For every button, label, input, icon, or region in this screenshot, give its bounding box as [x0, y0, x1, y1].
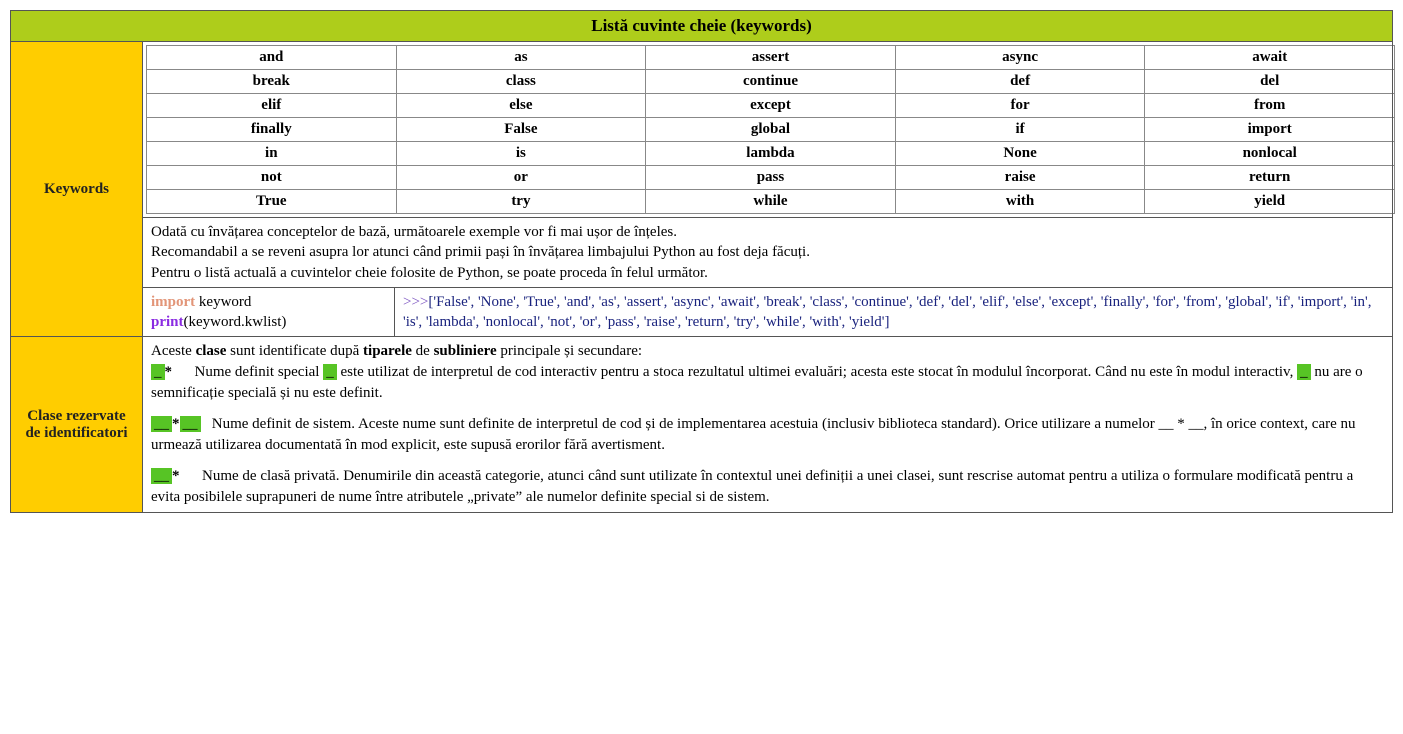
code-token-import: import [151, 294, 195, 310]
output-prompt: >>> [403, 294, 428, 310]
output-body: ['False', 'None', 'True', 'and', 'as', '… [403, 294, 1372, 330]
keyword-cell: else [396, 94, 646, 118]
keyword-cell: while [646, 190, 896, 214]
star-marker: * [172, 416, 180, 432]
table-title: Listă cuvinte cheie (keywords) [11, 11, 1393, 42]
code-token: (keyword.kwlist) [184, 314, 287, 330]
underscore-highlight: _ [151, 364, 165, 380]
keyword-cell: yield [1145, 190, 1395, 214]
underscore-highlight: __ [151, 468, 172, 484]
ident-text: Nume de clasă privată. Denumirile din ac… [151, 468, 1357, 505]
reserved-identifiers-body: Aceste clase sunt identificate după tipa… [143, 337, 1393, 513]
section-label-keywords: Keywords [11, 42, 143, 337]
desc-line: Odată cu învățarea conceptelor de bază, … [151, 224, 677, 240]
ident-text: Nume definit special [172, 364, 323, 380]
keyword-cell: elif [147, 94, 397, 118]
keyword-cell: from [1145, 94, 1395, 118]
keyword-cell: or [396, 166, 646, 190]
keyword-cell: is [396, 142, 646, 166]
intro-bold: clase [196, 343, 227, 359]
star-marker: * [165, 364, 173, 380]
ident-text: Nume definit de sistem. Aceste nume sunt… [151, 416, 1359, 453]
keyword-cell: finally [147, 118, 397, 142]
intro-text: principale și secundare: [497, 343, 642, 359]
keyword-cell: continue [646, 70, 896, 94]
intro-text: de [412, 343, 434, 359]
table-row: in is lambda None nonlocal [147, 142, 1395, 166]
intro-text: Aceste [151, 343, 196, 359]
keywords-document-table: Listă cuvinte cheie (keywords) Keywords … [10, 10, 1393, 513]
keywords-grid: and as assert async await break class co… [146, 45, 1395, 214]
keyword-cell: and [147, 46, 397, 70]
keyword-cell: assert [646, 46, 896, 70]
star-marker: * [172, 468, 180, 484]
underscore-highlight: __ [180, 416, 201, 432]
keyword-cell: None [895, 142, 1145, 166]
keyword-cell: for [895, 94, 1145, 118]
keyword-cell: if [895, 118, 1145, 142]
keyword-cell: pass [646, 166, 896, 190]
table-row: and as assert async await [147, 46, 1395, 70]
section-label-reserved: Clase rezervate de identificatori [11, 337, 143, 513]
underscore-highlight: __ [151, 416, 172, 432]
keyword-cell: return [1145, 166, 1395, 190]
keyword-cell: break [147, 70, 397, 94]
code-output: >>>['False', 'None', 'True', 'and', 'as'… [395, 287, 1393, 337]
keyword-cell: def [895, 70, 1145, 94]
table-row: True try while with yield [147, 190, 1395, 214]
keyword-cell: global [646, 118, 896, 142]
keyword-cell: raise [895, 166, 1145, 190]
keyword-cell: try [396, 190, 646, 214]
keyword-cell: except [646, 94, 896, 118]
intro-bold: tiparele [363, 343, 412, 359]
intro-text: sunt identificate după [226, 343, 363, 359]
code-token-print: print [151, 314, 184, 330]
desc-line: Recomandabil a se reveni asupra lor atun… [151, 244, 810, 260]
keyword-cell: False [396, 118, 646, 142]
table-row: elif else except for from [147, 94, 1395, 118]
keyword-cell: with [895, 190, 1145, 214]
keyword-cell: lambda [646, 142, 896, 166]
keyword-cell: await [1145, 46, 1395, 70]
keyword-cell: not [147, 166, 397, 190]
keyword-cell: as [396, 46, 646, 70]
desc-line: Pentru o listă actuală a cuvintelor chei… [151, 265, 708, 281]
underscore-highlight: _ [323, 364, 337, 380]
keyword-cell: class [396, 70, 646, 94]
table-row: not or pass raise return [147, 166, 1395, 190]
ident-text: este utilizat de interpretul de cod inte… [337, 364, 1297, 380]
keywords-description: Odată cu învățarea conceptelor de bază, … [143, 218, 1393, 288]
keyword-cell: import [1145, 118, 1395, 142]
intro-bold: subliniere [434, 343, 497, 359]
code-example: import keyword print(keyword.kwlist) [143, 287, 395, 337]
keyword-cell: del [1145, 70, 1395, 94]
keyword-cell: async [895, 46, 1145, 70]
code-token: keyword [195, 294, 251, 310]
table-row: break class continue def del [147, 70, 1395, 94]
keyword-cell: in [147, 142, 397, 166]
keyword-cell: nonlocal [1145, 142, 1395, 166]
keyword-cell: True [147, 190, 397, 214]
table-row: finally False global if import [147, 118, 1395, 142]
underscore-highlight: _ [1297, 364, 1311, 380]
